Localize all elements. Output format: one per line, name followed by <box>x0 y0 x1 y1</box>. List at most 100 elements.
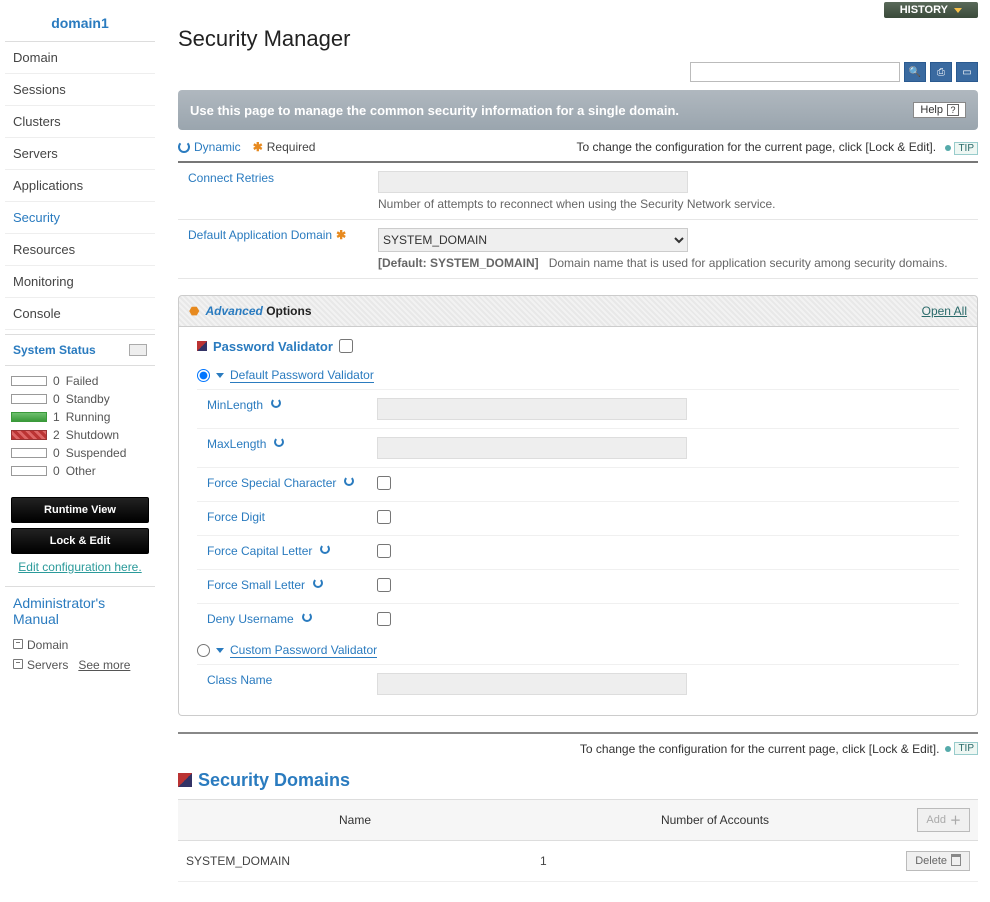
radio-default-validator[interactable]: Default Password Validator <box>197 362 959 389</box>
legend-required: ✱Required <box>253 140 316 154</box>
menu-item-resources[interactable]: Resources <box>5 234 155 266</box>
status-list: 0Failed 0Standby 1Running 2Shutdown 0Sus… <box>5 366 155 486</box>
col-name: Name <box>178 799 532 840</box>
password-validator-toggle[interactable] <box>339 339 353 353</box>
tip-badge[interactable]: TIP <box>945 142 978 155</box>
row-default-app-domain: Default Application Domain ✱ SYSTEM_DOMA… <box>178 220 978 279</box>
monitor-icon <box>129 344 147 356</box>
chevron-down-icon <box>216 373 224 378</box>
menu-item-monitoring[interactable]: Monitoring <box>5 266 155 298</box>
checkbox-deny-username[interactable] <box>377 612 391 626</box>
status-other: 0Other <box>11 462 149 480</box>
desc-default-app-domain: [Default: SYSTEM_DOMAIN] Domain name tha… <box>378 256 978 270</box>
cell-accounts: 1 <box>532 840 898 881</box>
tip-dot-icon <box>945 145 951 151</box>
status-suspended: 0Suspended <box>11 444 149 462</box>
search-icon: 🔍 <box>909 67 921 78</box>
label-force-capital: Force Capital Letter <box>197 544 377 561</box>
input-maxlength[interactable] <box>377 437 687 459</box>
status-standby: 0Standby <box>11 390 149 408</box>
col-accounts: Number of Accounts <box>532 799 898 840</box>
row-force-small: Force Small Letter <box>197 569 959 603</box>
menu-item-security[interactable]: Security <box>5 202 155 234</box>
legend-hint: To change the configuration for the curr… <box>577 140 978 155</box>
search-button[interactable]: 🔍 <box>904 62 926 82</box>
refresh-icon <box>302 612 312 622</box>
row-deny-username: Deny Username <box>197 603 959 637</box>
status-running: 1Running <box>11 408 149 426</box>
menu-item-sessions[interactable]: Sessions <box>5 74 155 106</box>
refresh-icon <box>274 437 284 447</box>
asterisk-icon: ✱ <box>253 140 263 154</box>
row-force-capital: Force Capital Letter <box>197 535 959 569</box>
status-failed: 0Failed <box>11 372 149 390</box>
asterisk-icon: ✱ <box>336 228 346 242</box>
open-all-link[interactable]: Open All <box>922 304 967 318</box>
print-button[interactable]: ⎙ <box>930 62 952 82</box>
options-word: Options <box>266 304 311 318</box>
info-banner: Use this page to manage the common secur… <box>178 90 978 130</box>
checkbox-force-digit[interactable] <box>377 510 391 524</box>
legend-dynamic: Dynamic <box>178 140 241 154</box>
see-more-link[interactable]: See more <box>78 658 130 672</box>
menu-item-console[interactable]: Console <box>5 298 155 330</box>
menu-item-servers[interactable]: Servers <box>5 138 155 170</box>
row-force-special: Force Special Character <box>197 467 959 501</box>
label-maxlength: MaxLength <box>197 437 377 459</box>
edit-config-link[interactable]: Edit configuration here. <box>11 560 149 574</box>
history-button[interactable]: HISTORY <box>884 2 978 18</box>
tip-badge[interactable]: TIP <box>945 742 978 755</box>
help-button[interactable]: Help ? <box>913 102 966 118</box>
menu-item-applications[interactable]: Applications <box>5 170 155 202</box>
manual-item-domain[interactable]: Domain <box>13 635 147 655</box>
runtime-view-button[interactable]: Runtime View <box>11 497 149 523</box>
radio-default-validator-input[interactable] <box>197 369 210 382</box>
advanced-word: Advanced <box>205 304 262 318</box>
menu-item-clusters[interactable]: Clusters <box>5 106 155 138</box>
swatch-icon <box>11 430 47 440</box>
menu-item-domain[interactable]: Domain <box>5 42 155 74</box>
hint-row-bottom: To change the configuration for the curr… <box>178 732 978 756</box>
refresh-icon <box>271 398 281 408</box>
swatch-icon <box>11 448 47 458</box>
delete-button[interactable]: Delete <box>906 851 970 871</box>
label-connect-retries: Connect Retries <box>178 171 378 211</box>
radio-custom-validator[interactable]: Custom Password Validator <box>197 637 959 664</box>
main-panel: HISTORY Security Manager 🔍 ⎙ ▭ Use this … <box>160 0 990 902</box>
tip-dot-icon <box>945 746 951 752</box>
system-status-label: System Status <box>13 343 96 357</box>
sidebar-menu: Domain Sessions Clusters Servers Applica… <box>5 42 155 330</box>
swatch-icon <box>11 412 47 422</box>
row-maxlength: MaxLength <box>197 428 959 467</box>
checkbox-force-capital[interactable] <box>377 544 391 558</box>
input-class-name[interactable] <box>377 673 687 695</box>
page-title: Security Manager <box>178 26 978 52</box>
sidebar: domain1 Domain Sessions Clusters Servers… <box>0 0 160 902</box>
checkbox-force-small[interactable] <box>377 578 391 592</box>
desc-connect-retries: Number of attempts to reconnect when usi… <box>378 197 978 211</box>
trash-icon <box>951 856 961 866</box>
export-icon: ▭ <box>962 67 971 78</box>
cell-name[interactable]: SYSTEM_DOMAIN <box>178 840 532 881</box>
row-connect-retries: Connect Retries Number of attempts to re… <box>178 163 978 220</box>
export-button[interactable]: ▭ <box>956 62 978 82</box>
square-icon <box>178 773 192 787</box>
security-domains-table: Name Number of Accounts Add＋ SYSTEM_DOMA… <box>178 799 978 882</box>
lock-edit-button[interactable]: Lock & Edit <box>11 528 149 554</box>
manual-item-servers[interactable]: ServersSee more <box>13 655 147 675</box>
add-button[interactable]: Add＋ <box>917 808 970 832</box>
security-domains-heading: Security Domains <box>178 770 978 791</box>
search-input[interactable] <box>690 62 900 82</box>
radio-custom-validator-input[interactable] <box>197 644 210 657</box>
select-default-app-domain[interactable]: SYSTEM_DOMAIN <box>378 228 688 252</box>
chevron-down-icon <box>954 8 962 13</box>
book-icon <box>13 639 23 649</box>
legend-row: Dynamic ✱Required To change the configur… <box>178 130 978 163</box>
refresh-icon <box>320 544 330 554</box>
checkbox-force-special[interactable] <box>377 476 391 490</box>
input-connect-retries[interactable] <box>378 171 688 193</box>
print-icon: ⎙ <box>937 67 945 78</box>
banner-text: Use this page to manage the common secur… <box>190 103 679 118</box>
col-actions-header: Add＋ <box>898 799 978 840</box>
input-minlength[interactable] <box>377 398 687 420</box>
